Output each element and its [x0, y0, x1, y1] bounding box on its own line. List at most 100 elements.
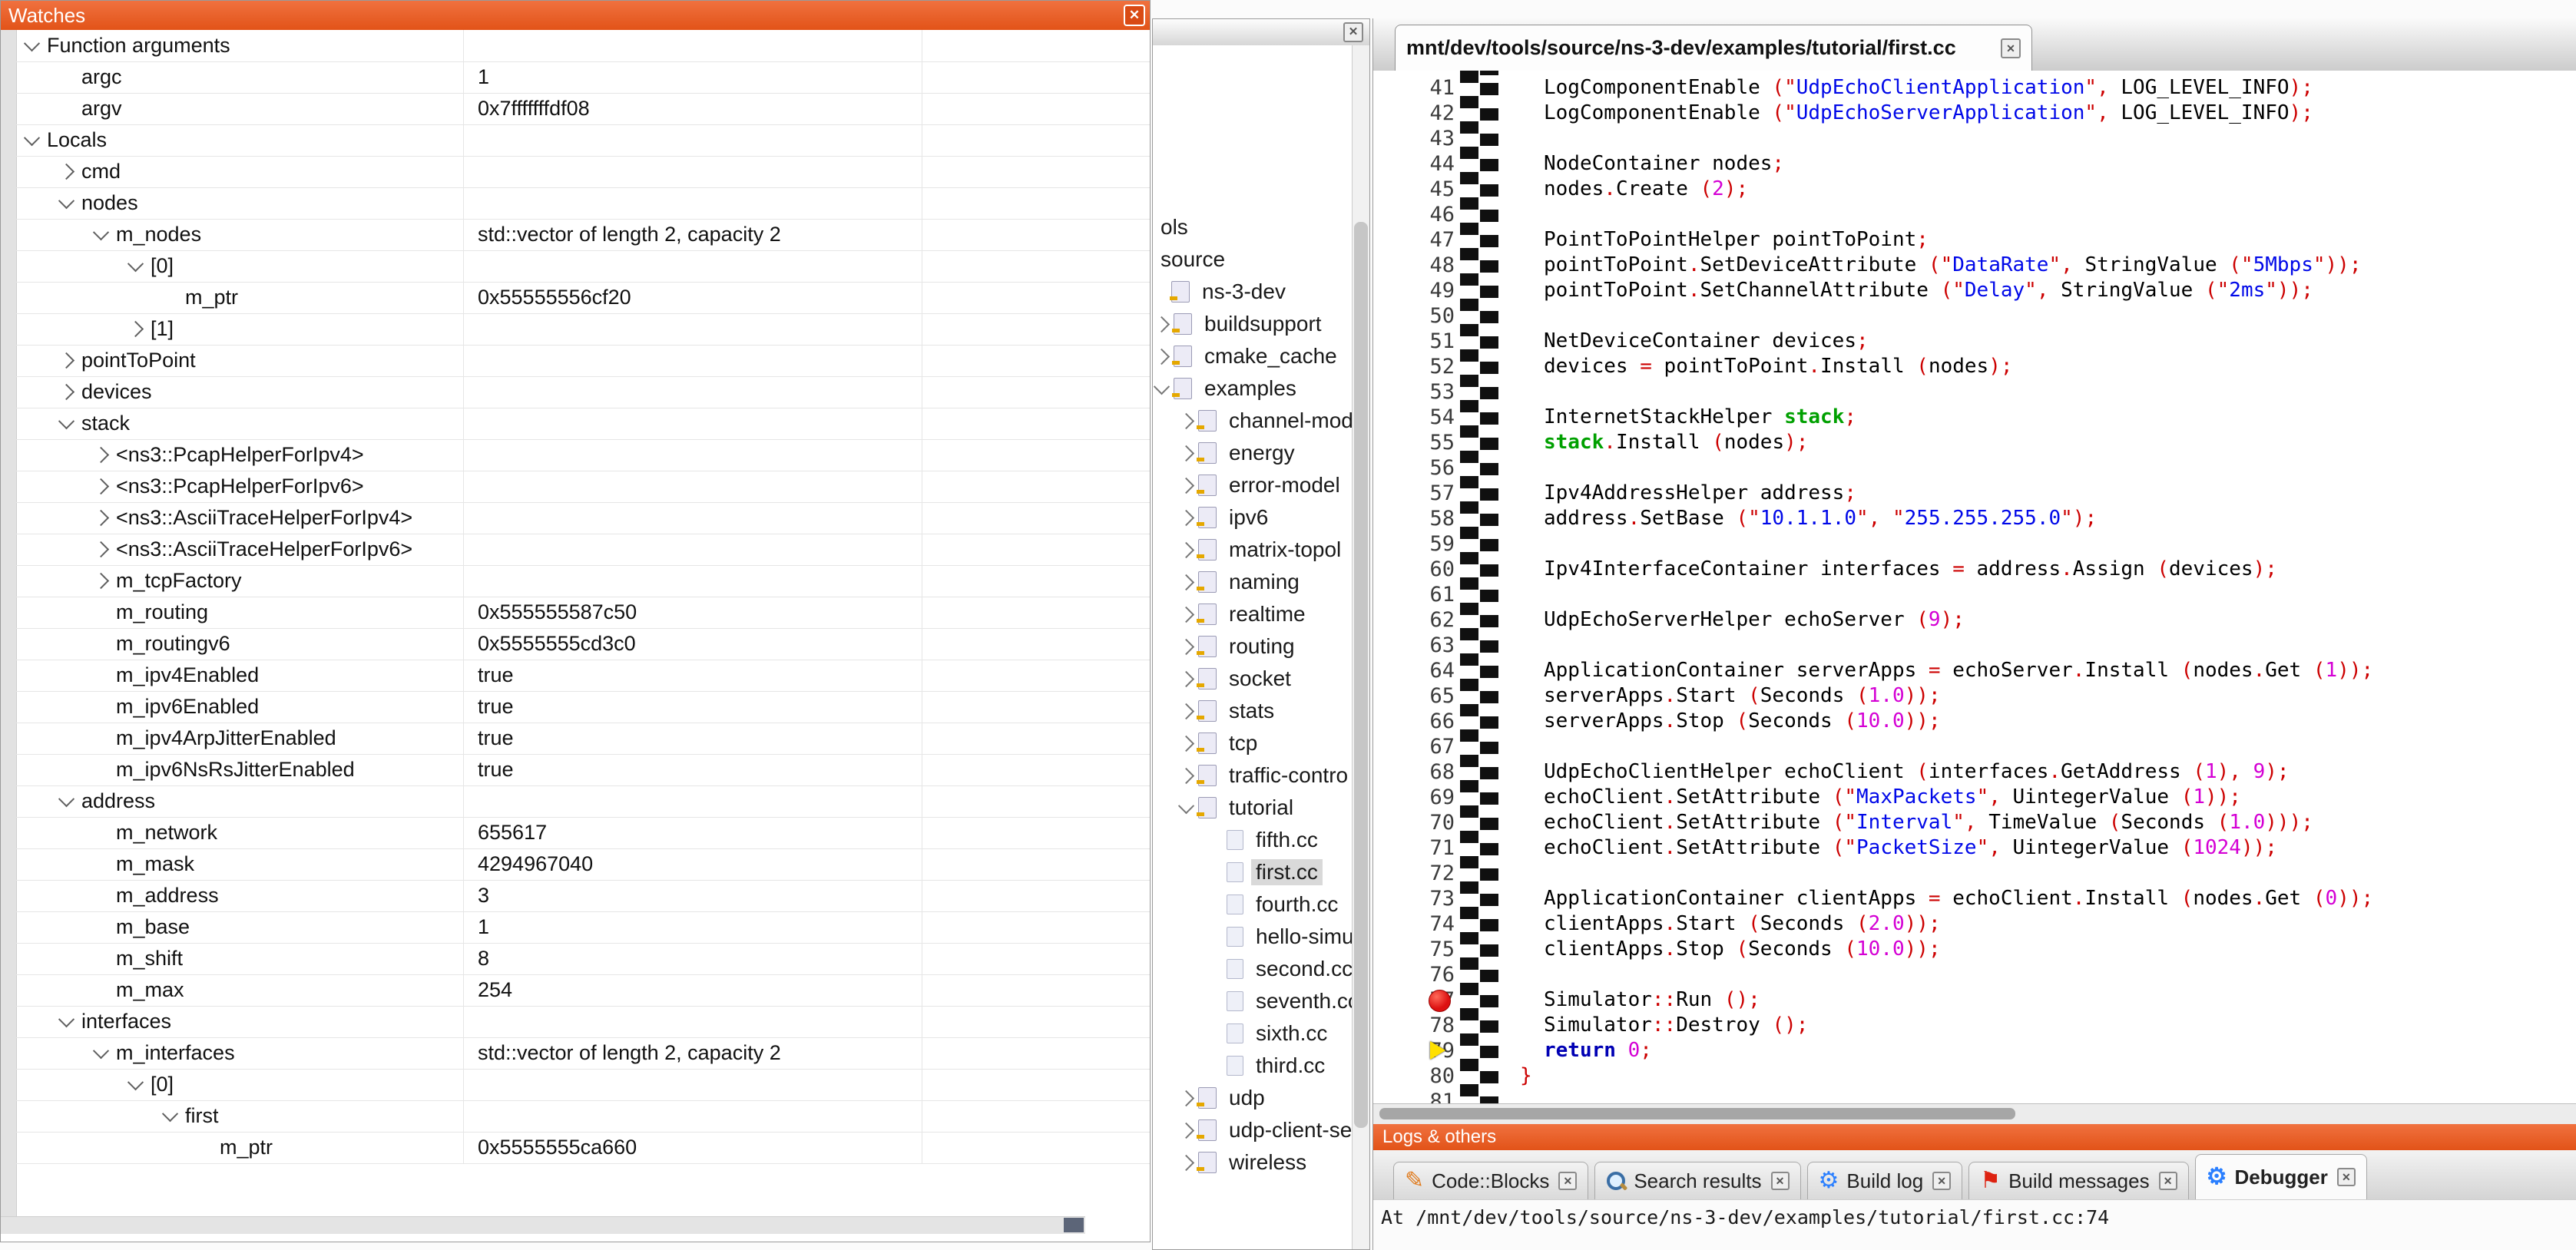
line-number[interactable]: 81 [1387, 1089, 1455, 1104]
watches-hscrollbar[interactable] [1, 1216, 1085, 1234]
tree-item-ipv6[interactable]: ipv6 [1153, 501, 1273, 534]
tree-item-third-cc[interactable]: third.cc [1153, 1050, 1329, 1082]
code-line[interactable]: 71echoClient.SetAttribute ("PacketSize",… [1373, 835, 2576, 861]
close-icon[interactable]: ✕ [2001, 38, 2021, 58]
code-line[interactable]: 65serverApps.Start (Seconds (1.0)); [1373, 683, 2576, 709]
line-number[interactable]: 52 [1387, 354, 1455, 379]
watch-row[interactable]: m_interfacesstd::vector of length 2, cap… [16, 1037, 1150, 1070]
code-line[interactable]: 53 [1373, 379, 2576, 405]
line-number[interactable]: 48 [1387, 253, 1455, 278]
watch-row[interactable]: first [16, 1100, 1150, 1133]
watch-row[interactable]: <ns3::PcapHelperForIpv6> [16, 471, 1150, 503]
tree-item-socket[interactable]: socket [1153, 663, 1296, 695]
code-line[interactable]: 56 [1373, 455, 2576, 481]
breakpoint-icon[interactable] [1429, 990, 1451, 1012]
tree-vscrollbar[interactable] [1352, 45, 1369, 1249]
watch-row[interactable]: m_max254 [16, 974, 1150, 1007]
tree-item-routing[interactable]: routing [1153, 630, 1300, 663]
chevron-down-icon[interactable] [58, 1011, 74, 1027]
code-line[interactable]: 67 [1373, 734, 2576, 759]
watch-row[interactable]: m_ipv6Enabledtrue [16, 691, 1150, 723]
code-line[interactable]: 64ApplicationContainer serverApps = echo… [1373, 658, 2576, 683]
code-line[interactable]: 45nodes.Create (2); [1373, 177, 2576, 202]
line-number[interactable]: 74 [1387, 911, 1455, 937]
watch-row[interactable]: m_routingv60x5555555cd3c0 [16, 628, 1150, 660]
tree-item-tutorial[interactable]: tutorial [1153, 792, 1298, 824]
chevron-right-icon[interactable] [1178, 606, 1194, 622]
chevron-right-icon[interactable] [1178, 509, 1194, 525]
code-line[interactable]: 42LogComponentEnable ("UdpEchoServerAppl… [1373, 101, 2576, 126]
tree-item-error-model[interactable]: error-model [1153, 469, 1345, 501]
chevron-down-icon[interactable] [127, 1074, 144, 1090]
close-icon[interactable]: ✕ [1932, 1172, 1951, 1190]
chevron-down-icon[interactable] [162, 1106, 178, 1122]
code-line[interactable]: 74clientApps.Start (Seconds (2.0)); [1373, 911, 2576, 937]
code-line[interactable]: 52devices = pointToPoint.Install (nodes)… [1373, 354, 2576, 379]
line-number[interactable]: 60 [1387, 557, 1455, 582]
line-number[interactable]: 53 [1387, 379, 1455, 405]
line-number[interactable]: 64 [1387, 658, 1455, 683]
chevron-right-icon[interactable] [1178, 1122, 1194, 1138]
watch-row[interactable]: argv0x7fffffffdf08 [16, 93, 1150, 125]
tree-item-second-cc[interactable]: second.cc [1153, 953, 1353, 985]
code-line[interactable]: 68UdpEchoClientHelper echoClient (interf… [1373, 759, 2576, 785]
line-number[interactable]: 62 [1387, 607, 1455, 633]
watch-row[interactable]: Function arguments [16, 30, 1150, 62]
code-line[interactable]: 66serverApps.Stop (Seconds (10.0)); [1373, 709, 2576, 734]
tree-item-realtime[interactable]: realtime [1153, 598, 1310, 630]
tree-item-examples[interactable]: examples [1153, 372, 1301, 405]
chevron-down-icon[interactable] [24, 130, 40, 146]
tree-item-fifth-cc[interactable]: fifth.cc [1153, 824, 1323, 856]
tree-item-naming[interactable]: naming [1153, 566, 1304, 598]
code-line[interactable]: 54InternetStackHelper stack; [1373, 405, 2576, 430]
close-icon[interactable]: ✕ [1558, 1172, 1577, 1190]
editor-hscrollbar[interactable] [1373, 1103, 2576, 1124]
code-line[interactable]: 79return 0; [1373, 1038, 2576, 1063]
watch-row[interactable]: cmd [16, 156, 1150, 188]
watch-row[interactable]: m_ipv6NsRsJitterEnabledtrue [16, 754, 1150, 786]
close-icon[interactable]: ✕ [1343, 22, 1363, 42]
tree-item-seventh-cc[interactable]: seventh.cc [1153, 985, 1353, 1017]
chevron-right-icon[interactable] [127, 321, 144, 337]
chevron-down-icon[interactable] [58, 413, 74, 429]
watch-row[interactable]: nodes [16, 187, 1150, 220]
code-line[interactable]: 81 [1373, 1089, 2576, 1104]
chevron-down-icon[interactable] [93, 1043, 109, 1059]
watch-row[interactable]: devices [16, 376, 1150, 408]
tab-search-results[interactable]: Search results✕ [1594, 1162, 1800, 1199]
watch-row[interactable]: m_ptr0x55555556cf20 [16, 282, 1150, 314]
chevron-right-icon[interactable] [1178, 477, 1194, 493]
code-line[interactable]: 62UdpEchoServerHelper echoServer (9); [1373, 607, 2576, 633]
chevron-right-icon[interactable] [93, 510, 109, 526]
code-line[interactable]: 55stack.Install (nodes); [1373, 430, 2576, 455]
code-line[interactable]: 58address.SetBase ("10.1.1.0", "255.255.… [1373, 506, 2576, 531]
tree-item-ns-3-dev[interactable]: ns-3-dev [1153, 276, 1290, 308]
chevron-right-icon[interactable] [1178, 1154, 1194, 1170]
watches-left-scrollbar[interactable] [1, 30, 17, 1217]
line-number[interactable]: 67 [1387, 734, 1455, 759]
chevron-right-icon[interactable] [1178, 574, 1194, 590]
tree-item-ols[interactable]: ols [1153, 211, 1193, 243]
line-number[interactable]: 66 [1387, 709, 1455, 734]
line-number[interactable]: 46 [1387, 202, 1455, 227]
watch-row[interactable]: <ns3::PcapHelperForIpv4> [16, 439, 1150, 471]
chevron-right-icon[interactable] [1178, 735, 1194, 751]
line-number[interactable]: 59 [1387, 531, 1455, 557]
code-line[interactable]: 70echoClient.SetAttribute ("Interval", T… [1373, 810, 2576, 835]
line-number[interactable]: 47 [1387, 227, 1455, 253]
tree-item-buildsupport[interactable]: buildsupport [1153, 308, 1326, 340]
chevron-right-icon[interactable] [1178, 670, 1194, 686]
chevron-right-icon[interactable] [1178, 1090, 1194, 1106]
chevron-right-icon[interactable] [93, 541, 109, 557]
close-icon[interactable]: ✕ [2337, 1168, 2356, 1186]
line-number[interactable]: 55 [1387, 430, 1455, 455]
tab-build-messages[interactable]: ⚑Build messages✕ [1968, 1162, 2188, 1199]
line-number[interactable]: 75 [1387, 937, 1455, 962]
code-line[interactable]: 46 [1373, 202, 2576, 227]
watch-row[interactable]: pointToPoint [16, 345, 1150, 377]
tree-item-udp[interactable]: udp [1153, 1082, 1270, 1114]
chevron-right-icon[interactable] [93, 478, 109, 494]
code-line[interactable]: 69echoClient.SetAttribute ("MaxPackets",… [1373, 785, 2576, 810]
close-icon[interactable]: ✕ [2159, 1172, 2177, 1190]
chevron-down-icon[interactable] [1178, 798, 1194, 814]
